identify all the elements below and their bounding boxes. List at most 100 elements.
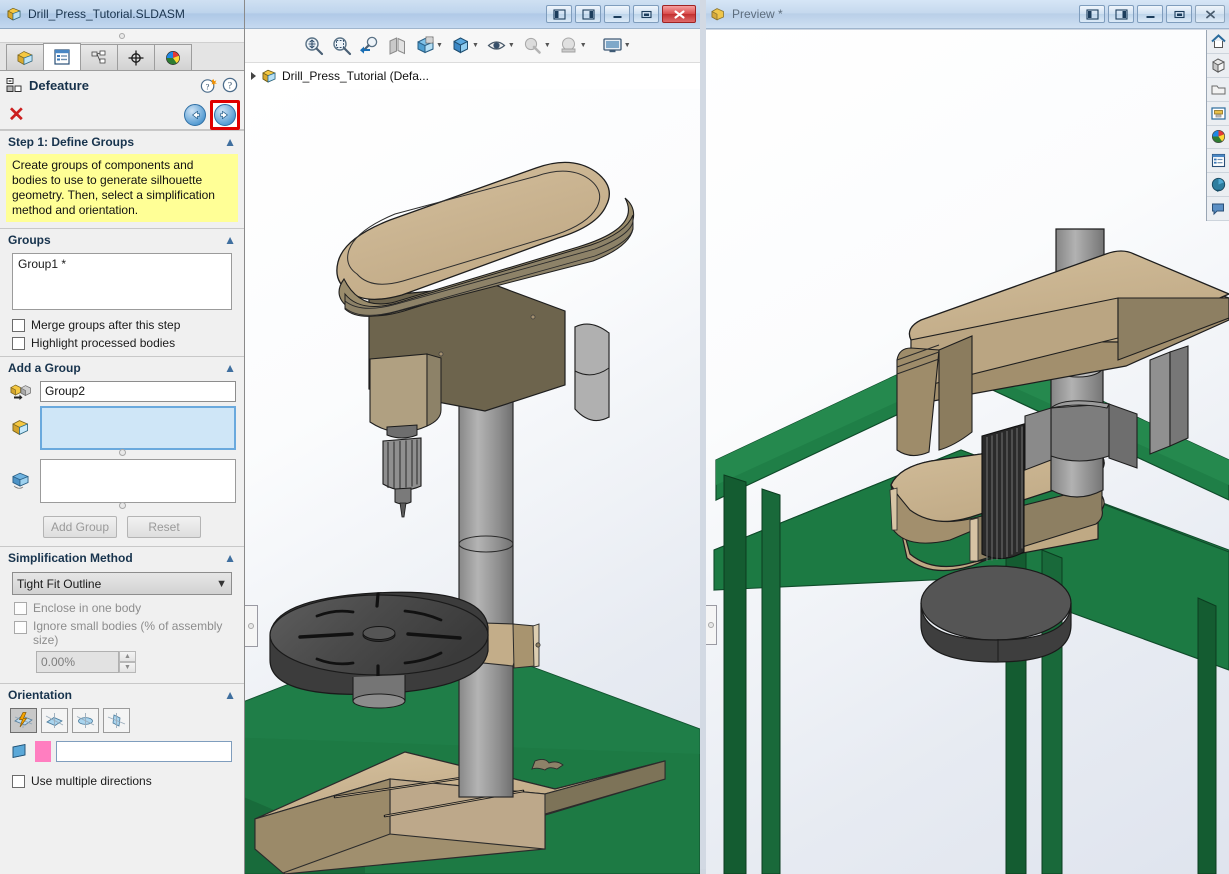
cancel-button[interactable]: ✕ bbox=[8, 105, 25, 125]
simplification-method-value: Tight Fit Outline bbox=[17, 576, 102, 591]
maximize-icon[interactable] bbox=[1166, 5, 1192, 23]
color-wheel-icon[interactable] bbox=[1207, 126, 1229, 150]
whats-new-help-icon[interactable]: ? bbox=[200, 77, 217, 94]
bodies-box-resize-grip[interactable] bbox=[0, 502, 244, 509]
edit-appearance-icon[interactable]: ▼ bbox=[520, 33, 554, 59]
chevron-up-icon: ▲ bbox=[224, 232, 236, 247]
groups-list[interactable]: Group1 * bbox=[12, 253, 232, 310]
multi-directions-label: Use multiple directions bbox=[31, 774, 152, 788]
group-name-input[interactable] bbox=[40, 380, 236, 402]
assembly-icon bbox=[261, 68, 277, 84]
document-list-icon[interactable] bbox=[1207, 149, 1229, 174]
display-style-icon[interactable]: ▼ bbox=[448, 33, 482, 59]
minimize-icon[interactable] bbox=[604, 5, 630, 23]
appearances-icon[interactable] bbox=[1207, 54, 1229, 78]
apply-scene-icon[interactable]: ▼ bbox=[556, 33, 590, 59]
preview-viewport-resize-handle[interactable] bbox=[706, 605, 717, 645]
chevron-down-icon[interactable]: ▼ bbox=[544, 42, 551, 49]
property-manager-tab[interactable] bbox=[43, 43, 81, 70]
stepper-up-icon[interactable]: ▲ bbox=[119, 651, 136, 662]
home-view-icon[interactable] bbox=[1207, 30, 1229, 54]
add-group-button[interactable]: Add Group bbox=[43, 516, 117, 538]
part-library-icon[interactable] bbox=[1207, 102, 1229, 126]
highlight-bodies-checkbox-row[interactable]: Highlight processed bodies bbox=[0, 334, 244, 352]
multi-directions-row[interactable]: Use multiple directions bbox=[0, 766, 244, 790]
restore-left-icon[interactable] bbox=[1079, 5, 1105, 23]
restore-right-icon[interactable] bbox=[1108, 5, 1134, 23]
restore-right-icon[interactable] bbox=[575, 5, 601, 23]
panel-title-bar: Drill_Press_Tutorial.SLDASM bbox=[0, 0, 244, 29]
preview-viewport[interactable] bbox=[706, 30, 1229, 874]
grip-dot-icon bbox=[707, 622, 714, 628]
back-arrow-icon[interactable] bbox=[184, 103, 206, 126]
step1-hint-text: Create groups of components and bodies t… bbox=[6, 154, 238, 222]
blue-plane-icon bbox=[10, 742, 30, 761]
highlight-bodies-checkbox[interactable] bbox=[12, 336, 25, 350]
ignore-percent-stepper[interactable]: ▲ ▼ bbox=[119, 651, 136, 673]
feature-manager-tab[interactable] bbox=[6, 44, 44, 70]
chevron-down-icon[interactable]: ▼ bbox=[508, 42, 515, 49]
chevron-down-icon[interactable]: ▼ bbox=[436, 42, 443, 49]
simplification-method-select[interactable]: Tight Fit Outline ▼ bbox=[12, 572, 232, 595]
zoom-to-fit-icon[interactable] bbox=[300, 33, 326, 59]
section-header-step1[interactable]: Step 1: Define Groups ▲ bbox=[0, 130, 244, 152]
section-header-add-group[interactable]: Add a Group ▲ bbox=[0, 356, 244, 378]
list-item[interactable]: Group1 * bbox=[18, 257, 226, 271]
ignore-small-bodies-row[interactable]: Ignore small bodies (% of assembly size) bbox=[0, 617, 244, 649]
section-header-orientation[interactable]: Orientation ▲ bbox=[0, 683, 244, 705]
chevron-down-icon[interactable]: ▼ bbox=[580, 42, 587, 49]
section-view-icon[interactable] bbox=[384, 33, 410, 59]
merge-groups-checkbox[interactable] bbox=[12, 318, 25, 332]
enclose-one-body-row[interactable]: Enclose in one body bbox=[0, 599, 244, 617]
display-manager-tab[interactable] bbox=[154, 44, 192, 70]
section-header-simplification[interactable]: Simplification Method ▲ bbox=[0, 546, 244, 568]
previous-view-icon[interactable] bbox=[356, 33, 382, 59]
orient-z-icon[interactable] bbox=[103, 708, 130, 733]
panel-grip-bar[interactable] bbox=[0, 29, 244, 43]
help-icon[interactable]: ? bbox=[222, 77, 238, 93]
folder-icon[interactable] bbox=[1207, 78, 1229, 102]
ignore-percent-input[interactable]: 0.00% bbox=[36, 651, 119, 673]
highlight-bodies-label: Highlight processed bodies bbox=[31, 336, 176, 350]
components-selection-row bbox=[0, 404, 244, 452]
multi-directions-checkbox[interactable] bbox=[12, 774, 25, 788]
feature-tree-root-label[interactable]: Drill_Press_Tutorial (Defa... bbox=[282, 69, 429, 83]
minimize-icon[interactable] bbox=[1137, 5, 1163, 23]
bodies-selection-box[interactable] bbox=[40, 459, 236, 503]
view-orientation-icon[interactable]: ▼ bbox=[412, 33, 446, 59]
zoom-to-area-icon[interactable] bbox=[328, 33, 354, 59]
reset-button[interactable]: Reset bbox=[127, 516, 201, 538]
components-selection-box[interactable] bbox=[40, 406, 236, 450]
maximize-icon[interactable] bbox=[633, 5, 659, 23]
restore-left-icon[interactable] bbox=[546, 5, 572, 23]
step-navigation bbox=[184, 99, 240, 130]
next-step-highlight bbox=[210, 99, 240, 130]
chevron-down-icon[interactable]: ▼ bbox=[472, 42, 479, 49]
chevron-down-icon[interactable]: ▼ bbox=[624, 42, 631, 49]
close-icon[interactable] bbox=[1195, 5, 1225, 23]
next-arrow-icon[interactable] bbox=[214, 103, 236, 126]
auto-orientation-icon[interactable] bbox=[10, 708, 37, 733]
view-setting-icon[interactable]: ▼ bbox=[600, 33, 634, 59]
dimxpert-manager-tab[interactable] bbox=[117, 44, 155, 70]
stepper-down-icon[interactable]: ▼ bbox=[119, 662, 136, 673]
flyout-feature-tree[interactable]: Drill_Press_Tutorial (Defa... bbox=[245, 63, 700, 89]
hide-show-items-icon[interactable]: ▼ bbox=[484, 33, 518, 59]
refresh-view-icon[interactable] bbox=[1207, 173, 1229, 198]
model-viewport[interactable]: ✖ bbox=[245, 89, 700, 874]
enclose-one-body-checkbox[interactable] bbox=[14, 601, 27, 615]
close-icon[interactable] bbox=[662, 5, 696, 23]
components-box-resize-grip[interactable] bbox=[0, 449, 244, 456]
direction-selection-input[interactable] bbox=[56, 741, 232, 762]
section-header-groups[interactable]: Groups ▲ bbox=[0, 228, 244, 250]
comment-icon[interactable] bbox=[1207, 197, 1229, 221]
configuration-manager-tab[interactable] bbox=[80, 44, 118, 70]
orientation-title: Orientation bbox=[8, 687, 73, 702]
step1-title: Step 1: Define Groups bbox=[8, 134, 135, 149]
orient-x-icon[interactable] bbox=[41, 708, 68, 733]
panel-resize-handle[interactable] bbox=[245, 605, 258, 647]
merge-groups-checkbox-row[interactable]: Merge groups after this step bbox=[0, 316, 244, 334]
orient-y-icon[interactable] bbox=[72, 708, 99, 733]
ignore-small-bodies-checkbox[interactable] bbox=[14, 621, 27, 634]
expand-triangle-icon[interactable] bbox=[251, 72, 256, 80]
